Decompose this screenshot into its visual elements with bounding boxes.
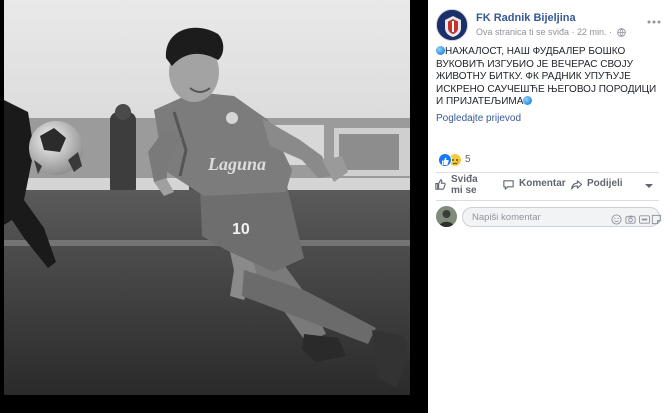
blue-circle-emoji-icon [436, 46, 445, 55]
thumbs-up-icon [435, 179, 446, 190]
globe-icon [616, 28, 626, 39]
jersey-number-text: 10 [232, 221, 250, 238]
comment-button-label: Komentar [519, 178, 566, 189]
page-name-link[interactable]: FK Radnik Bijeljina [476, 12, 576, 24]
emoji-icon[interactable] [611, 212, 622, 225]
viewer-backdrop-right [410, 0, 428, 413]
see-translation-link[interactable]: Pogledajte prijevod [436, 113, 521, 124]
post-text: НАЖАЛОСТ, НАШ ФУДБАЛЕР БОШКО ВУКОВИЋ ИЗГ… [436, 46, 664, 109]
sticker-icon[interactable] [651, 212, 662, 225]
jersey-sponsor-text: Laguna [207, 154, 266, 174]
share-options-dropdown[interactable] [643, 176, 659, 198]
club-logo-icon [437, 10, 467, 40]
camera-icon[interactable] [625, 212, 636, 224]
reaction-count: 5 [465, 154, 471, 165]
like-button[interactable]: Sviđa mi se [434, 174, 494, 198]
comment-bubble-icon [503, 180, 514, 190]
gif-icon[interactable] [639, 212, 650, 224]
viewer-backdrop-bottom [0, 395, 428, 413]
comment-button[interactable]: Komentar [502, 176, 572, 198]
post-text-body: НАЖАЛОСТ, НАШ ФУДБАЛЕР БОШКО ВУКОВИЋ ИЗГ… [436, 46, 657, 107]
share-button-label: Podijeli [587, 178, 623, 189]
share-arrow-icon [571, 180, 583, 190]
post-photo[interactable]: 10 Laguna [4, 0, 410, 395]
like-icon [438, 153, 452, 167]
post-meta-text: Ova stranica ti se sviđa · 22 min. · [476, 27, 613, 37]
football-player-photo: 10 Laguna [4, 0, 410, 395]
divider [436, 200, 659, 201]
blue-circle-emoji-icon [523, 96, 533, 105]
more-options-icon[interactable] [647, 11, 661, 27]
comment-placeholder: Napiši komentar [472, 212, 541, 223]
caret-down-icon [645, 184, 653, 188]
comment-composer: Napiši komentar [436, 206, 662, 228]
divider [436, 172, 659, 173]
like-button-label: Sviđa mi se [451, 174, 478, 196]
user-photo-icon [436, 206, 457, 227]
share-button[interactable]: Podijeli [570, 176, 640, 198]
page-avatar[interactable] [436, 9, 468, 41]
comment-input[interactable]: Napiši komentar [462, 207, 662, 227]
post-header: FK Radnik Bijeljina Ova stranica ti se s… [436, 9, 661, 43]
user-avatar[interactable] [436, 206, 457, 227]
post-action-bar: Sviđa mi se Komentar Podijeli [432, 174, 661, 198]
post-details-panel: FK Radnik Bijeljina Ova stranica ti se s… [428, 0, 667, 413]
post-meta: Ova stranica ti se sviđa · 22 min. · [476, 27, 626, 39]
